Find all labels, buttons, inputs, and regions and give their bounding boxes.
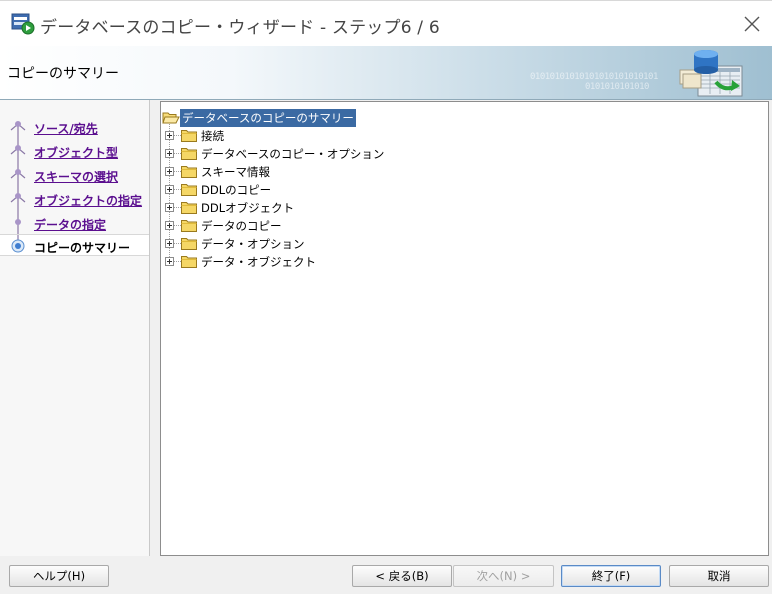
step-schema-selection[interactable]: スキーマの選択 [0, 164, 149, 188]
expand-icon[interactable] [165, 221, 174, 230]
step-object-types[interactable]: オブジェクト型 [0, 140, 149, 164]
step-label[interactable]: ソース/宛先 [34, 120, 98, 137]
title-bar: データベースのコピー・ウィザード - ステップ6 / 6 [0, 0, 772, 46]
tree-item-label[interactable]: DDLオブジェクト [201, 200, 294, 216]
tree-item-label[interactable]: 接続 [201, 128, 224, 144]
cancel-button[interactable]: 取消 [669, 565, 769, 587]
completed-step-icon [10, 121, 26, 140]
folder-icon [181, 256, 197, 268]
folder-icon [181, 166, 197, 178]
back-button[interactable]: < 戻る(B) [352, 565, 452, 587]
help-button[interactable]: ヘルプ(H) [9, 565, 109, 587]
step-label[interactable]: コピーのサマリー [34, 239, 130, 256]
step-copy-summary[interactable]: コピーのサマリー [0, 234, 149, 256]
close-icon[interactable] [741, 13, 763, 35]
binary-decoration-2: 0101010101010 [585, 82, 649, 92]
step-label[interactable]: スキーマの選択 [34, 168, 118, 185]
expand-icon[interactable] [165, 167, 174, 176]
open-folder-icon [162, 112, 180, 124]
completed-step-icon [10, 140, 26, 164]
tree-item-label[interactable]: DDLのコピー [201, 182, 271, 198]
step-data-specification[interactable]: データの指定 [0, 212, 149, 236]
binary-decoration: 01010101010101010101010101 [530, 72, 658, 82]
tree-item-label[interactable]: データのコピー [201, 218, 282, 234]
folder-icon [181, 220, 197, 232]
tree-root-label[interactable]: データベースのコピーのサマリー [180, 109, 356, 127]
tree-item-ddl-copy[interactable]: DDLのコピー [161, 181, 561, 199]
window-title: データベースのコピー・ウィザード - ステップ6 / 6 [40, 18, 440, 38]
page-heading: コピーのサマリー [7, 66, 119, 82]
tree-item-label[interactable]: データベースのコピー・オプション [201, 146, 384, 162]
step-object-specification[interactable]: オブジェクトの指定 [0, 188, 149, 212]
completed-step-icon [10, 164, 26, 188]
tree-item-label[interactable]: スキーマ情報 [201, 164, 270, 180]
tree-item-schema-info[interactable]: スキーマ情報 [161, 163, 561, 181]
tree-item-data-objects[interactable]: データ・オブジェクト [161, 253, 561, 271]
database-copy-wizard-icon [11, 13, 35, 35]
tree-item-copy-options[interactable]: データベースのコピー・オプション [161, 145, 561, 163]
expand-icon[interactable] [165, 239, 174, 248]
summary-tree-panel: データベースのコピーのサマリー 接続 データベースのコピー・オプション スキーマ… [160, 101, 769, 556]
folder-icon [181, 130, 197, 142]
step-source-destination[interactable]: ソース/宛先 [0, 116, 149, 140]
step-label[interactable]: オブジェクト型 [34, 144, 118, 161]
step-label[interactable]: データの指定 [34, 216, 106, 233]
expand-icon[interactable] [165, 257, 174, 266]
next-button[interactable]: 次へ(N) > [453, 565, 554, 587]
tree-item-data-options[interactable]: データ・オプション [161, 235, 561, 253]
completed-step-icon [15, 212, 21, 236]
wizard-steps-panel: ソース/宛先 オブジェクト型 スキーマの選択 オブジェクトの指定 データの指定 [0, 100, 150, 556]
tree-item-label[interactable]: データ・オブジェクト [201, 254, 316, 270]
expand-icon[interactable] [165, 185, 174, 194]
tree-item-connection[interactable]: 接続 [161, 127, 561, 145]
wizard-header-banner: コピーのサマリー 01010101010101010101010101 0101… [0, 46, 772, 100]
tree-item-ddl-objects[interactable]: DDLオブジェクト [161, 199, 561, 217]
database-graphic-icon [679, 50, 743, 97]
expand-icon[interactable] [165, 203, 174, 212]
expand-icon[interactable] [165, 149, 174, 158]
tree-item-data-copy[interactable]: データのコピー [161, 217, 561, 235]
step-label[interactable]: オブジェクトの指定 [34, 192, 142, 209]
tree-item-label[interactable]: データ・オプション [201, 236, 305, 252]
folder-icon [181, 148, 197, 160]
current-step-icon [11, 235, 25, 253]
folder-icon [181, 238, 197, 250]
finish-button[interactable]: 終了(F) [561, 565, 661, 587]
folder-icon [181, 184, 197, 196]
folder-icon [181, 202, 197, 214]
expand-icon[interactable] [165, 131, 174, 140]
completed-step-icon [10, 188, 26, 212]
